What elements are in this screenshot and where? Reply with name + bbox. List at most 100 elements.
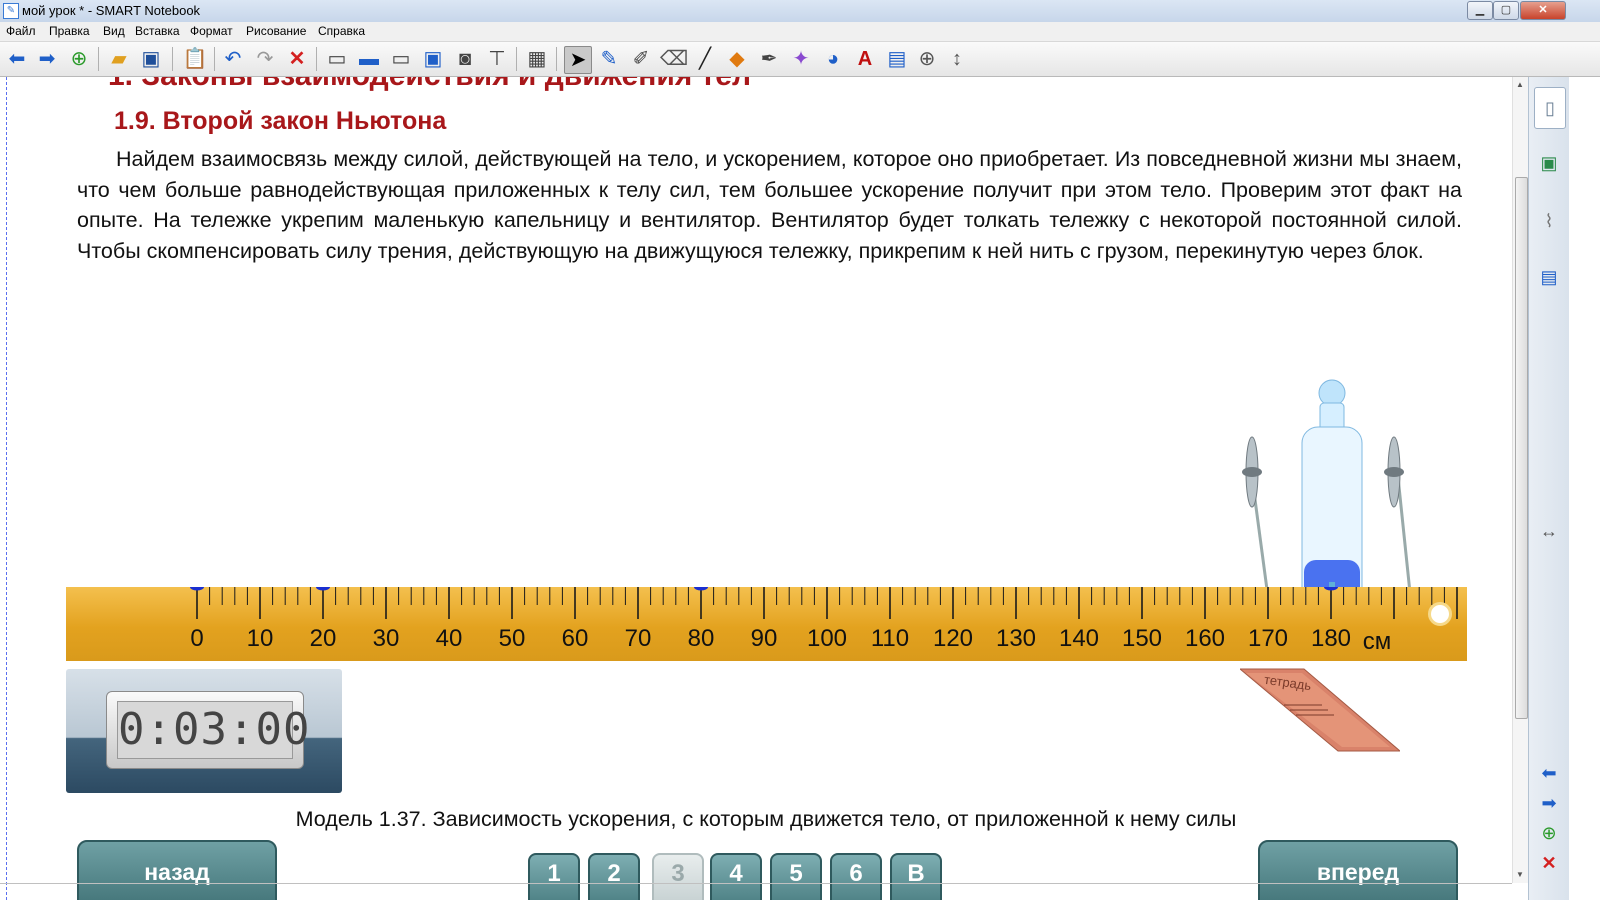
- chapter-heading: 1. Законы взаимодействия и движения тел: [108, 77, 751, 93]
- window-title: мой урок * - SMART Notebook: [22, 3, 201, 18]
- table-icon[interactable]: ▦: [524, 46, 550, 72]
- notebook-item[interactable]: тетрадь: [1238, 667, 1402, 753]
- redo-icon[interactable]: ↷: [252, 46, 278, 72]
- document-camera-icon[interactable]: ⊤: [484, 46, 510, 72]
- main-toolbar: ⬅ ➡ ⊕ ▰ ▣ 📋 ↶ ↷ ✕ ▭ ▬ ▭ ▣ ◙ ⊤ ▦ ➤ ✎ ✐ ⌫ …: [0, 42, 1600, 77]
- creative-pen-icon[interactable]: ✐: [628, 46, 654, 72]
- menu-help[interactable]: Справка: [318, 24, 365, 38]
- paste-icon[interactable]: 📋: [182, 46, 208, 72]
- menu-edit[interactable]: Правка: [49, 24, 90, 38]
- drop-mark: [316, 587, 330, 591]
- maximize-button[interactable]: ▢: [1493, 1, 1519, 20]
- panel-resize-icon[interactable]: ↔: [1534, 511, 1564, 551]
- gallery-icon[interactable]: ▣: [1534, 143, 1564, 183]
- ruler-label: 170: [1248, 625, 1288, 652]
- stopwatch-time: 0:03:00: [117, 701, 309, 759]
- fill-icon[interactable]: ◕: [820, 46, 846, 72]
- cart-with-dropper[interactable]: [1230, 377, 1440, 592]
- ruler-label: 70: [625, 625, 652, 652]
- scroll-down-icon[interactable]: ▼: [1516, 870, 1524, 879]
- ruler-label: 60: [562, 625, 589, 652]
- select-pointer-icon[interactable]: ➤: [564, 46, 592, 74]
- fan-left-icon: [1242, 436, 1269, 592]
- app-icon: ✎: [3, 3, 19, 19]
- new-page-icon[interactable]: ⊕: [66, 46, 92, 72]
- magic-pen-icon[interactable]: ✦: [788, 46, 814, 72]
- ruler-label: 100: [807, 625, 847, 652]
- section-heading: 1.9. Второй закон Ньютона: [114, 107, 447, 135]
- page-button-6[interactable]: 6: [830, 853, 882, 900]
- screen-shade-icon[interactable]: ▭: [324, 46, 350, 72]
- lesson-paragraph: Найдем взаимосвязь между силой, действую…: [77, 147, 1462, 263]
- ruler-label: 150: [1122, 625, 1162, 652]
- ruler-label: 120: [933, 625, 973, 652]
- forward-button[interactable]: вперед: [1258, 840, 1458, 900]
- ruler-label: 130: [996, 625, 1036, 652]
- ruler-label: 80: [688, 625, 715, 652]
- attachments-icon[interactable]: ⌇: [1534, 201, 1564, 241]
- ruler-label: 90: [751, 625, 778, 652]
- move-toolbar-icon[interactable]: ↕: [944, 46, 970, 72]
- stopwatch[interactable]: 0:03:00: [66, 669, 342, 793]
- delete-icon[interactable]: ✕: [284, 46, 310, 72]
- dual-display-icon[interactable]: ▭: [388, 46, 414, 72]
- page-button-3[interactable]: 3: [652, 853, 704, 900]
- ruler-label: 180: [1311, 625, 1351, 652]
- page-sorter-icon[interactable]: ▯: [1534, 87, 1566, 129]
- menu-draw[interactable]: Рисование: [246, 24, 306, 38]
- undo-icon[interactable]: ↶: [220, 46, 246, 72]
- menu-format[interactable]: Формат: [190, 24, 233, 38]
- measurement-tools-icon[interactable]: ⊕: [914, 46, 940, 72]
- drop-mark: [1324, 587, 1338, 591]
- ruler-label: 20: [310, 625, 337, 652]
- page-button-questions[interactable]: В: [890, 853, 942, 900]
- open-folder-icon[interactable]: ▰: [106, 46, 132, 72]
- ruler-screw: [1428, 602, 1452, 626]
- page-button-2[interactable]: 2: [588, 853, 640, 900]
- drop-mark: [694, 587, 708, 591]
- close-button[interactable]: ✕: [1520, 1, 1566, 20]
- properties-icon[interactable]: ▤: [884, 46, 910, 72]
- menu-insert[interactable]: Вставка: [135, 24, 180, 38]
- pen-icon[interactable]: ✎: [596, 46, 622, 72]
- page-button-1[interactable]: 1: [528, 853, 580, 900]
- full-screen-icon[interactable]: ▬: [356, 46, 382, 72]
- ruler-unit: см: [1363, 628, 1392, 655]
- ruler-label: 30: [373, 625, 400, 652]
- properties-tab-icon[interactable]: ▤: [1534, 257, 1564, 297]
- shapes-icon[interactable]: ◆: [724, 46, 750, 72]
- back-button[interactable]: назад: [77, 840, 277, 900]
- minimize-button[interactable]: ▁: [1467, 1, 1493, 20]
- ruler-label: 40: [436, 625, 463, 652]
- delete-page-icon[interactable]: ✕: [1534, 843, 1564, 883]
- drop-mark: [190, 587, 204, 591]
- scroll-thumb[interactable]: [1515, 177, 1528, 719]
- scroll-up-icon[interactable]: ▲: [1516, 80, 1524, 89]
- shape-recognition-pen-icon[interactable]: ✒: [756, 46, 782, 72]
- model-caption: Модель 1.37. Зависимость ускорения, с ко…: [295, 807, 1237, 831]
- back-arrow-icon[interactable]: ⬅: [4, 46, 30, 72]
- ruler-label: 50: [499, 625, 526, 652]
- menu-bar: Файл Правка Вид Вставка Формат Рисование…: [0, 22, 1600, 42]
- menu-file[interactable]: Файл: [6, 24, 36, 38]
- eraser-icon[interactable]: ⌫: [660, 46, 688, 72]
- save-icon[interactable]: ▣: [138, 46, 164, 72]
- ruler-label: 140: [1059, 625, 1099, 652]
- forward-arrow-icon[interactable]: ➡: [34, 46, 60, 72]
- title-bar: ✎ мой урок * - SMART Notebook ▁ ▢ ✕: [0, 0, 1600, 23]
- page-button-4[interactable]: 4: [710, 853, 762, 900]
- notebook-page[interactable]: 1. Законы взаимодействия и движения тел …: [0, 77, 1527, 900]
- dropper-bottle-icon: [1301, 379, 1363, 592]
- text-icon[interactable]: A: [852, 46, 878, 72]
- vertical-scrollbar[interactable]: ▲ ▼: [1512, 77, 1529, 883]
- side-tab-panel: ▯ ▣ ⌇ ▤ ↔ ⬅ ➡ ⊕ ✕: [1528, 77, 1569, 900]
- transparent-background-icon[interactable]: ▣: [420, 46, 446, 72]
- fan-right-icon: [1384, 436, 1412, 592]
- ruler-label: 10: [247, 625, 274, 652]
- page-button-5[interactable]: 5: [770, 853, 822, 900]
- menu-view[interactable]: Вид: [103, 24, 125, 38]
- line-icon[interactable]: ╱: [692, 46, 718, 72]
- ruler: 0 10 20 30 40 50 60 70 80 90 100 110 120 130 140 150 160…: [66, 587, 1467, 661]
- ruler-label: 110: [871, 625, 909, 652]
- capture-icon[interactable]: ◙: [452, 46, 478, 72]
